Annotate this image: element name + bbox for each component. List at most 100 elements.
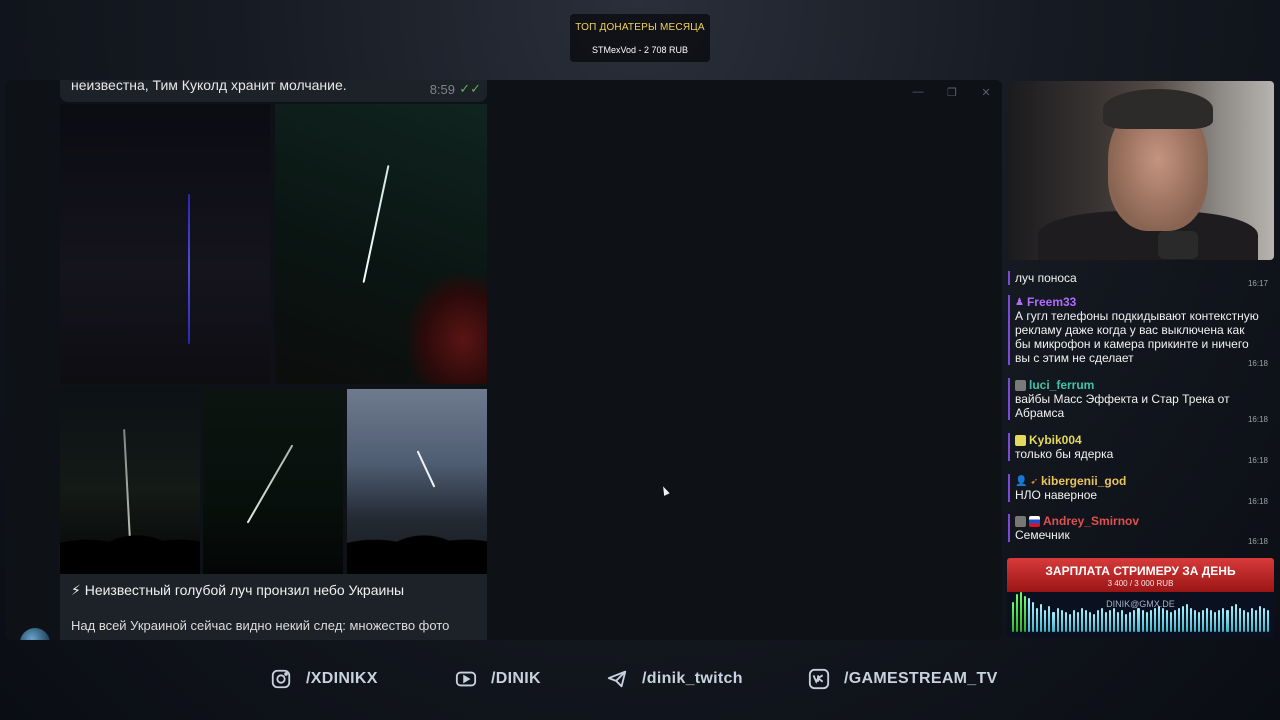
chat-user[interactable]: luci_ferrum (1015, 378, 1274, 392)
visualizer-bar (1040, 604, 1043, 632)
visualizer-bar (1222, 608, 1225, 632)
social-links: /XDINIKX /DINIK /dinik_twitch /GAMESTREA… (0, 668, 1280, 698)
message-text: неизвестна, Тим Куколд хранит молчание. (71, 80, 347, 93)
microphone-icon (1158, 231, 1198, 259)
chat-text: только бы ядерка (1015, 447, 1114, 461)
visualizer-bar (1064, 612, 1067, 632)
visualizer-bar (1145, 612, 1148, 632)
visualizer-bar (1206, 608, 1209, 632)
top-donators-widget: ТОП ДОНАТЕРЫ МЕСЯЦА STMexVod - 2 708 RUB (570, 14, 710, 62)
visualizer-bar (1117, 612, 1120, 632)
visualizer-bar (1032, 602, 1035, 632)
chat-text: Семечник (1015, 528, 1070, 542)
donators-title: ТОП ДОНАТЕРЫ МЕСЯЦА (575, 22, 705, 33)
visualizer-bar (1250, 608, 1253, 632)
user-badge-icon: ♟ (1015, 296, 1024, 308)
visualizer-bar (1048, 606, 1051, 632)
chat-message: Andrey_Smirnov Семечник 16:18 (1008, 514, 1274, 546)
chat-username[interactable]: luci_ferrum (1029, 378, 1094, 392)
visualizer-bar (1173, 610, 1176, 632)
chat-text: А гугл телефоны подкидывают контекстную … (1015, 309, 1259, 365)
visualizer-bar (1177, 608, 1180, 632)
chat-message: луч поноса 16:17 (1008, 271, 1274, 288)
chat-user[interactable]: Andrey_Smirnov (1015, 514, 1274, 528)
chat-user[interactable]: ♟ Freem33 (1015, 295, 1274, 309)
visualizer-bar (1056, 608, 1059, 632)
photo-album (60, 104, 487, 574)
social-instagram[interactable]: /XDINIKX (270, 668, 378, 690)
visualizer-bar (1153, 608, 1156, 632)
vk-icon (808, 668, 830, 690)
album-photo[interactable] (203, 389, 343, 574)
social-label: /GAMESTREAM_TV (844, 670, 998, 687)
social-youtube[interactable]: /DINIK (455, 668, 541, 690)
user-badge-icon (1015, 379, 1026, 391)
social-vk[interactable]: /GAMESTREAM_TV (808, 668, 998, 690)
visualizer-bar (1129, 612, 1132, 632)
channel-avatar[interactable] (20, 628, 50, 640)
visualizer-bar (1194, 610, 1197, 632)
minimize-button[interactable]: — (912, 86, 924, 99)
chat-time: 16:17 (1247, 279, 1268, 288)
visualizer-bar (1036, 608, 1039, 632)
webcam-feed (1008, 81, 1274, 260)
visualizer-bar (1226, 610, 1229, 632)
stream-chat: луч поноса 16:17 ♟ Freem33 А гугл телефо… (1008, 267, 1274, 549)
salary-title: ЗАРПЛАТА СТРИМЕРУ ЗА ДЕНЬ (1045, 564, 1236, 578)
album-photo[interactable] (347, 389, 487, 574)
donators-value: STMexVod - 2 708 RUB (591, 45, 689, 55)
social-telegram[interactable]: /dinik_twitch (606, 668, 743, 690)
visualizer-bar (1262, 608, 1265, 632)
visualizer-bar (1076, 612, 1079, 632)
chat-username[interactable]: kibergenii_god (1041, 474, 1126, 488)
chat-user[interactable]: Kybik004 (1015, 433, 1274, 447)
message-time: 8:59 (429, 82, 455, 97)
user-badge-icon (1015, 434, 1026, 446)
user-badge-icon (1015, 515, 1026, 527)
visualizer-bar (1169, 612, 1172, 632)
visualizer-bar (1072, 610, 1075, 632)
visualizer-bar (1181, 606, 1185, 632)
chat-username[interactable]: Kybik004 (1029, 433, 1082, 447)
chat-time: 16:18 (1247, 415, 1268, 424)
double-check-icon: ✓✓ (459, 81, 481, 96)
audio-visualizer (1012, 590, 1269, 632)
visualizer-bar (1190, 608, 1193, 632)
social-label: /dinik_twitch (642, 670, 743, 687)
close-button[interactable]: ✕ (980, 86, 992, 99)
visualizer-bar (1060, 610, 1063, 632)
visualizer-bar (1149, 610, 1152, 632)
visualizer-bar (1113, 608, 1116, 632)
chat-username[interactable]: Freem33 (1027, 295, 1076, 309)
chat-username[interactable]: Andrey_Smirnov (1043, 514, 1139, 528)
maximize-button[interactable]: ❐ (946, 86, 958, 99)
visualizer-bar (1020, 592, 1023, 632)
visualizer-bar (1157, 606, 1160, 632)
album-photo[interactable] (275, 104, 487, 384)
visualizer-bar (1016, 594, 1019, 632)
visualizer-bar (1254, 610, 1257, 632)
visualizer-bar (1198, 612, 1201, 632)
chat-time: 16:18 (1247, 456, 1268, 465)
visualizer-bar (1234, 604, 1237, 632)
chat-time: 16:18 (1247, 359, 1268, 368)
chat-user[interactable]: 👤 ➹ kibergenii_god (1015, 474, 1274, 488)
visualizer-bar (1186, 604, 1189, 632)
visualizer-bar (1088, 612, 1091, 632)
visualizer-bar (1258, 606, 1261, 632)
visualizer-bar (1121, 610, 1124, 632)
album-photo[interactable] (60, 104, 270, 384)
album-photo[interactable] (60, 389, 200, 574)
visualizer-bar (1230, 606, 1233, 632)
russia-flag-icon (1029, 515, 1040, 527)
post-body: Над всей Украиной сейчас видно некий сле… (71, 618, 450, 633)
visualizer-bar (1068, 614, 1071, 632)
visualizer-bar (1137, 608, 1140, 632)
social-label: /XDINIKX (306, 670, 378, 687)
salary-value: 3 400 / 3 000 RUB (1107, 579, 1174, 588)
chat-time: 16:18 (1247, 537, 1268, 546)
chat-message: ♟ Freem33 А гугл телефоны подкидывают ко… (1008, 295, 1274, 368)
visualizer-bar (1242, 610, 1245, 632)
gun-emote-icon: ➹ (1030, 475, 1038, 486)
visualizer-bar (1125, 614, 1128, 632)
